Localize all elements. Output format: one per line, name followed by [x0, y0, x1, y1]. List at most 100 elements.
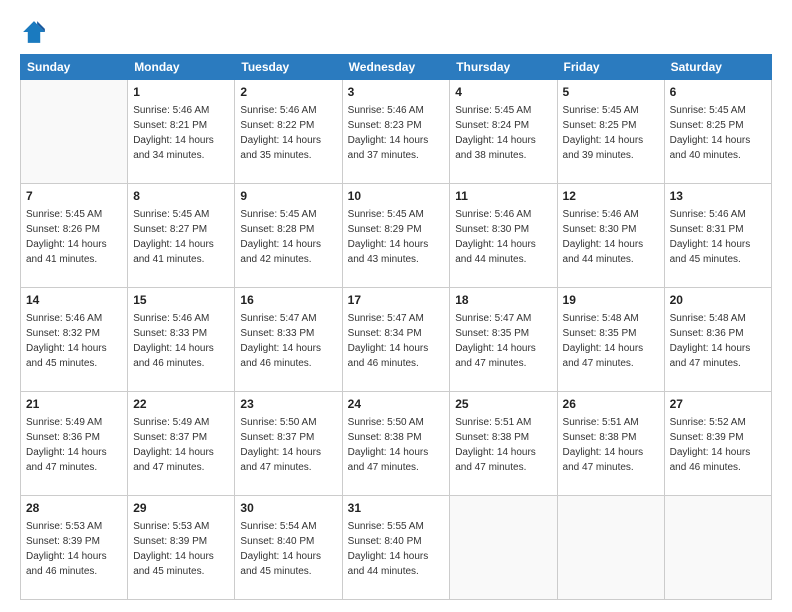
day-info: Sunrise: 5:45 AM Sunset: 8:28 PM Dayligh… — [240, 207, 336, 267]
day-info: Sunrise: 5:46 AM Sunset: 8:32 PM Dayligh… — [26, 311, 122, 371]
day-info: Sunrise: 5:48 AM Sunset: 8:35 PM Dayligh… — [563, 311, 659, 371]
day-info: Sunrise: 5:50 AM Sunset: 8:38 PM Dayligh… — [348, 415, 445, 475]
calendar-cell: 3 Sunrise: 5:46 AM Sunset: 8:23 PM Daylig… — [342, 80, 450, 184]
calendar-cell: 12 Sunrise: 5:46 AM Sunset: 8:30 PM Dayli… — [557, 184, 664, 288]
day-number: 15 — [133, 292, 229, 309]
day-info: Sunrise: 5:45 AM Sunset: 8:24 PM Dayligh… — [455, 103, 551, 163]
calendar-cell: 31 Sunrise: 5:55 AM Sunset: 8:40 PM Dayli… — [342, 496, 450, 600]
calendar-week-2: 7Sunrise: 5:45 AM Sunset: 8:26 PM Daylig… — [21, 184, 772, 288]
day-info: Sunrise: 5:46 AM Sunset: 8:31 PM Dayligh… — [670, 207, 766, 267]
calendar-cell: 23Sunrise: 5:50 AM Sunset: 8:37 PM Dayli… — [235, 392, 342, 496]
day-info: Sunrise: 5:51 AM Sunset: 8:38 PM Dayligh… — [455, 415, 551, 475]
calendar-cell: 8 Sunrise: 5:45 AM Sunset: 8:27 PM Daylig… — [128, 184, 235, 288]
day-number: 6 — [670, 84, 766, 101]
day-info: Sunrise: 5:45 AM Sunset: 8:29 PM Dayligh… — [348, 207, 445, 267]
calendar-cell: 11 Sunrise: 5:46 AM Sunset: 8:30 PM Dayli… — [450, 184, 557, 288]
day-number: 18 — [455, 292, 551, 309]
calendar-cell — [664, 496, 771, 600]
calendar-cell: 30 Sunrise: 5:54 AM Sunset: 8:40 PM Dayli… — [235, 496, 342, 600]
day-number: 29 — [133, 500, 229, 517]
day-number: 24 — [348, 396, 445, 413]
day-info: Sunrise: 5:46 AM Sunset: 8:30 PM Dayligh… — [455, 207, 551, 267]
day-info: Sunrise: 5:52 AM Sunset: 8:39 PM Dayligh… — [670, 415, 766, 475]
day-number: 9 — [240, 188, 336, 205]
calendar-cell — [557, 496, 664, 600]
day-number: 12 — [563, 188, 659, 205]
day-number: 1 — [133, 84, 229, 101]
calendar-cell: 28 Sunrise: 5:53 AM Sunset: 8:39 PM Dayli… — [21, 496, 128, 600]
calendar-cell: 21 Sunrise: 5:49 AM Sunset: 8:36 PM Dayli… — [21, 392, 128, 496]
calendar-header-saturday: Saturday — [664, 55, 771, 80]
day-info: Sunrise: 5:48 AM Sunset: 8:36 PM Dayligh… — [670, 311, 766, 371]
calendar-cell: 22Sunrise: 5:49 AM Sunset: 8:37 PM Dayli… — [128, 392, 235, 496]
calendar-header-row: SundayMondayTuesdayWednesdayThursdayFrid… — [21, 55, 772, 80]
day-number: 5 — [563, 84, 659, 101]
day-info: Sunrise: 5:45 AM Sunset: 8:26 PM Dayligh… — [26, 207, 122, 267]
calendar-cell: 14Sunrise: 5:46 AM Sunset: 8:32 PM Dayli… — [21, 288, 128, 392]
day-info: Sunrise: 5:45 AM Sunset: 8:25 PM Dayligh… — [563, 103, 659, 163]
calendar-cell: 15 Sunrise: 5:46 AM Sunset: 8:33 PM Dayli… — [128, 288, 235, 392]
calendar-cell: 4Sunrise: 5:45 AM Sunset: 8:24 PM Daylig… — [450, 80, 557, 184]
calendar-cell: 1 Sunrise: 5:46 AM Sunset: 8:21 PM Daylig… — [128, 80, 235, 184]
day-info: Sunrise: 5:46 AM Sunset: 8:30 PM Dayligh… — [563, 207, 659, 267]
day-number: 26 — [563, 396, 659, 413]
day-info: Sunrise: 5:46 AM Sunset: 8:33 PM Dayligh… — [133, 311, 229, 371]
calendar-cell: 18Sunrise: 5:47 AM Sunset: 8:35 PM Dayli… — [450, 288, 557, 392]
day-info: Sunrise: 5:53 AM Sunset: 8:39 PM Dayligh… — [26, 519, 122, 579]
day-number: 3 — [348, 84, 445, 101]
day-number: 31 — [348, 500, 445, 517]
day-info: Sunrise: 5:55 AM Sunset: 8:40 PM Dayligh… — [348, 519, 445, 579]
day-number: 16 — [240, 292, 336, 309]
day-number: 20 — [670, 292, 766, 309]
calendar-cell: 26 Sunrise: 5:51 AM Sunset: 8:38 PM Dayli… — [557, 392, 664, 496]
day-info: Sunrise: 5:50 AM Sunset: 8:37 PM Dayligh… — [240, 415, 336, 475]
day-number: 21 — [26, 396, 122, 413]
calendar-cell: 5 Sunrise: 5:45 AM Sunset: 8:25 PM Daylig… — [557, 80, 664, 184]
day-info: Sunrise: 5:46 AM Sunset: 8:22 PM Dayligh… — [240, 103, 336, 163]
day-info: Sunrise: 5:46 AM Sunset: 8:21 PM Dayligh… — [133, 103, 229, 163]
day-number: 8 — [133, 188, 229, 205]
day-info: Sunrise: 5:49 AM Sunset: 8:36 PM Dayligh… — [26, 415, 122, 475]
calendar-cell — [450, 496, 557, 600]
calendar-cell: 10 Sunrise: 5:45 AM Sunset: 8:29 PM Dayli… — [342, 184, 450, 288]
calendar-cell: 16 Sunrise: 5:47 AM Sunset: 8:33 PM Dayli… — [235, 288, 342, 392]
calendar-cell: 13 Sunrise: 5:46 AM Sunset: 8:31 PM Dayli… — [664, 184, 771, 288]
calendar-cell: 2 Sunrise: 5:46 AM Sunset: 8:22 PM Daylig… — [235, 80, 342, 184]
calendar-week-1: 1 Sunrise: 5:46 AM Sunset: 8:21 PM Daylig… — [21, 80, 772, 184]
day-number: 19 — [563, 292, 659, 309]
day-number: 22 — [133, 396, 229, 413]
calendar-header-thursday: Thursday — [450, 55, 557, 80]
day-info: Sunrise: 5:54 AM Sunset: 8:40 PM Dayligh… — [240, 519, 336, 579]
calendar-week-5: 28 Sunrise: 5:53 AM Sunset: 8:39 PM Dayli… — [21, 496, 772, 600]
header — [20, 18, 772, 46]
calendar-cell: 6 Sunrise: 5:45 AM Sunset: 8:25 PM Daylig… — [664, 80, 771, 184]
calendar-week-4: 21 Sunrise: 5:49 AM Sunset: 8:36 PM Dayli… — [21, 392, 772, 496]
day-info: Sunrise: 5:47 AM Sunset: 8:33 PM Dayligh… — [240, 311, 336, 371]
calendar-cell: 24 Sunrise: 5:50 AM Sunset: 8:38 PM Dayli… — [342, 392, 450, 496]
calendar-header-monday: Monday — [128, 55, 235, 80]
day-number: 30 — [240, 500, 336, 517]
day-number: 2 — [240, 84, 336, 101]
logo — [20, 18, 52, 46]
day-number: 10 — [348, 188, 445, 205]
calendar-cell: 19 Sunrise: 5:48 AM Sunset: 8:35 PM Dayli… — [557, 288, 664, 392]
day-number: 17 — [348, 292, 445, 309]
calendar-header-friday: Friday — [557, 55, 664, 80]
calendar-cell: 29 Sunrise: 5:53 AM Sunset: 8:39 PM Dayli… — [128, 496, 235, 600]
day-info: Sunrise: 5:45 AM Sunset: 8:27 PM Dayligh… — [133, 207, 229, 267]
day-number: 27 — [670, 396, 766, 413]
day-info: Sunrise: 5:46 AM Sunset: 8:23 PM Dayligh… — [348, 103, 445, 163]
page: SundayMondayTuesdayWednesdayThursdayFrid… — [0, 0, 792, 612]
calendar-cell: 9 Sunrise: 5:45 AM Sunset: 8:28 PM Daylig… — [235, 184, 342, 288]
calendar-cell: 25Sunrise: 5:51 AM Sunset: 8:38 PM Dayli… — [450, 392, 557, 496]
day-info: Sunrise: 5:51 AM Sunset: 8:38 PM Dayligh… — [563, 415, 659, 475]
calendar-cell: 27 Sunrise: 5:52 AM Sunset: 8:39 PM Dayli… — [664, 392, 771, 496]
calendar-week-3: 14Sunrise: 5:46 AM Sunset: 8:32 PM Dayli… — [21, 288, 772, 392]
day-info: Sunrise: 5:45 AM Sunset: 8:25 PM Dayligh… — [670, 103, 766, 163]
calendar: SundayMondayTuesdayWednesdayThursdayFrid… — [20, 54, 772, 600]
day-number: 13 — [670, 188, 766, 205]
day-number: 11 — [455, 188, 551, 205]
logo-icon — [20, 18, 48, 46]
day-info: Sunrise: 5:53 AM Sunset: 8:39 PM Dayligh… — [133, 519, 229, 579]
day-number: 28 — [26, 500, 122, 517]
